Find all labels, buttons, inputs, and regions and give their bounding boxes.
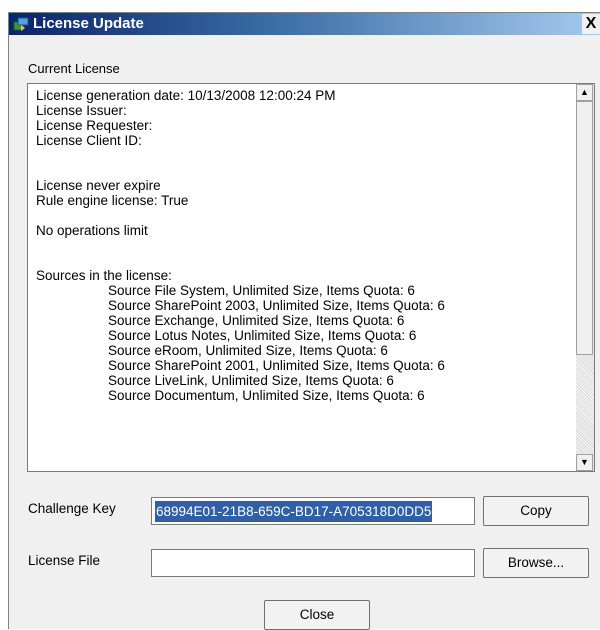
license-source-line: Source Documentum, Unlimited Size, Items… — [108, 388, 425, 403]
license-line: License Client ID: — [36, 133, 142, 148]
license-source-line: Source SharePoint 2003, Unlimited Size, … — [108, 298, 445, 313]
license-text-content: License generation date: 10/13/2008 12:0… — [36, 88, 572, 403]
license-line: License never expire — [36, 178, 161, 193]
close-window-button[interactable]: X — [582, 14, 600, 34]
challenge-key-label: Challenge Key — [28, 501, 116, 516]
window-title: License Update — [33, 15, 144, 32]
license-file-input[interactable] — [151, 549, 475, 577]
license-textbox[interactable]: License generation date: 10/13/2008 12:0… — [27, 83, 595, 472]
browse-button[interactable]: Browse... — [483, 548, 589, 578]
license-source-line: Source Lotus Notes, Unlimited Size, Item… — [108, 328, 417, 343]
license-line: License Requester: — [36, 118, 153, 133]
vertical-scrollbar[interactable]: ▲ ▼ — [576, 84, 594, 471]
license-line: License Issuer: — [36, 103, 127, 118]
scroll-up-button[interactable]: ▲ — [576, 84, 593, 101]
current-license-label: Current License — [28, 61, 120, 76]
license-source-line: Source Exchange, Unlimited Size, Items Q… — [108, 313, 405, 328]
license-line — [36, 253, 572, 268]
title-bar[interactable]: License Update X — [9, 13, 600, 35]
scroll-track[interactable] — [576, 355, 594, 454]
license-file-label: License File — [28, 553, 101, 568]
close-button[interactable]: Close — [264, 600, 370, 630]
scroll-down-button[interactable]: ▼ — [576, 454, 593, 471]
license-source-line: Source File System, Unlimited Size, Item… — [108, 283, 415, 298]
license-line: License generation date: 10/13/2008 12:0… — [36, 88, 336, 103]
license-line — [36, 238, 572, 253]
license-line — [36, 148, 572, 163]
license-line — [36, 208, 572, 223]
copy-button[interactable]: Copy — [483, 496, 589, 526]
license-line: Rule engine license: True — [36, 193, 189, 208]
license-source-line: Source SharePoint 2001, Unlimited Size, … — [108, 358, 445, 373]
license-source-line: Source LiveLink, Unlimited Size, Items Q… — [108, 373, 394, 388]
license-line: Sources in the license: — [36, 268, 172, 283]
license-update-dialog: License Update X Current License License… — [8, 12, 600, 630]
challenge-key-value: 68994E01-21B8-659C-BD17-A705318D0DD5 — [155, 501, 433, 522]
license-source-line: Source eRoom, Unlimited Size, Items Quot… — [108, 343, 388, 358]
license-line: No operations limit — [36, 223, 148, 238]
license-line — [36, 163, 572, 178]
scroll-thumb[interactable] — [576, 101, 593, 355]
license-app-icon — [13, 16, 29, 32]
challenge-key-input[interactable]: 68994E01-21B8-659C-BD17-A705318D0DD5 — [151, 497, 475, 525]
